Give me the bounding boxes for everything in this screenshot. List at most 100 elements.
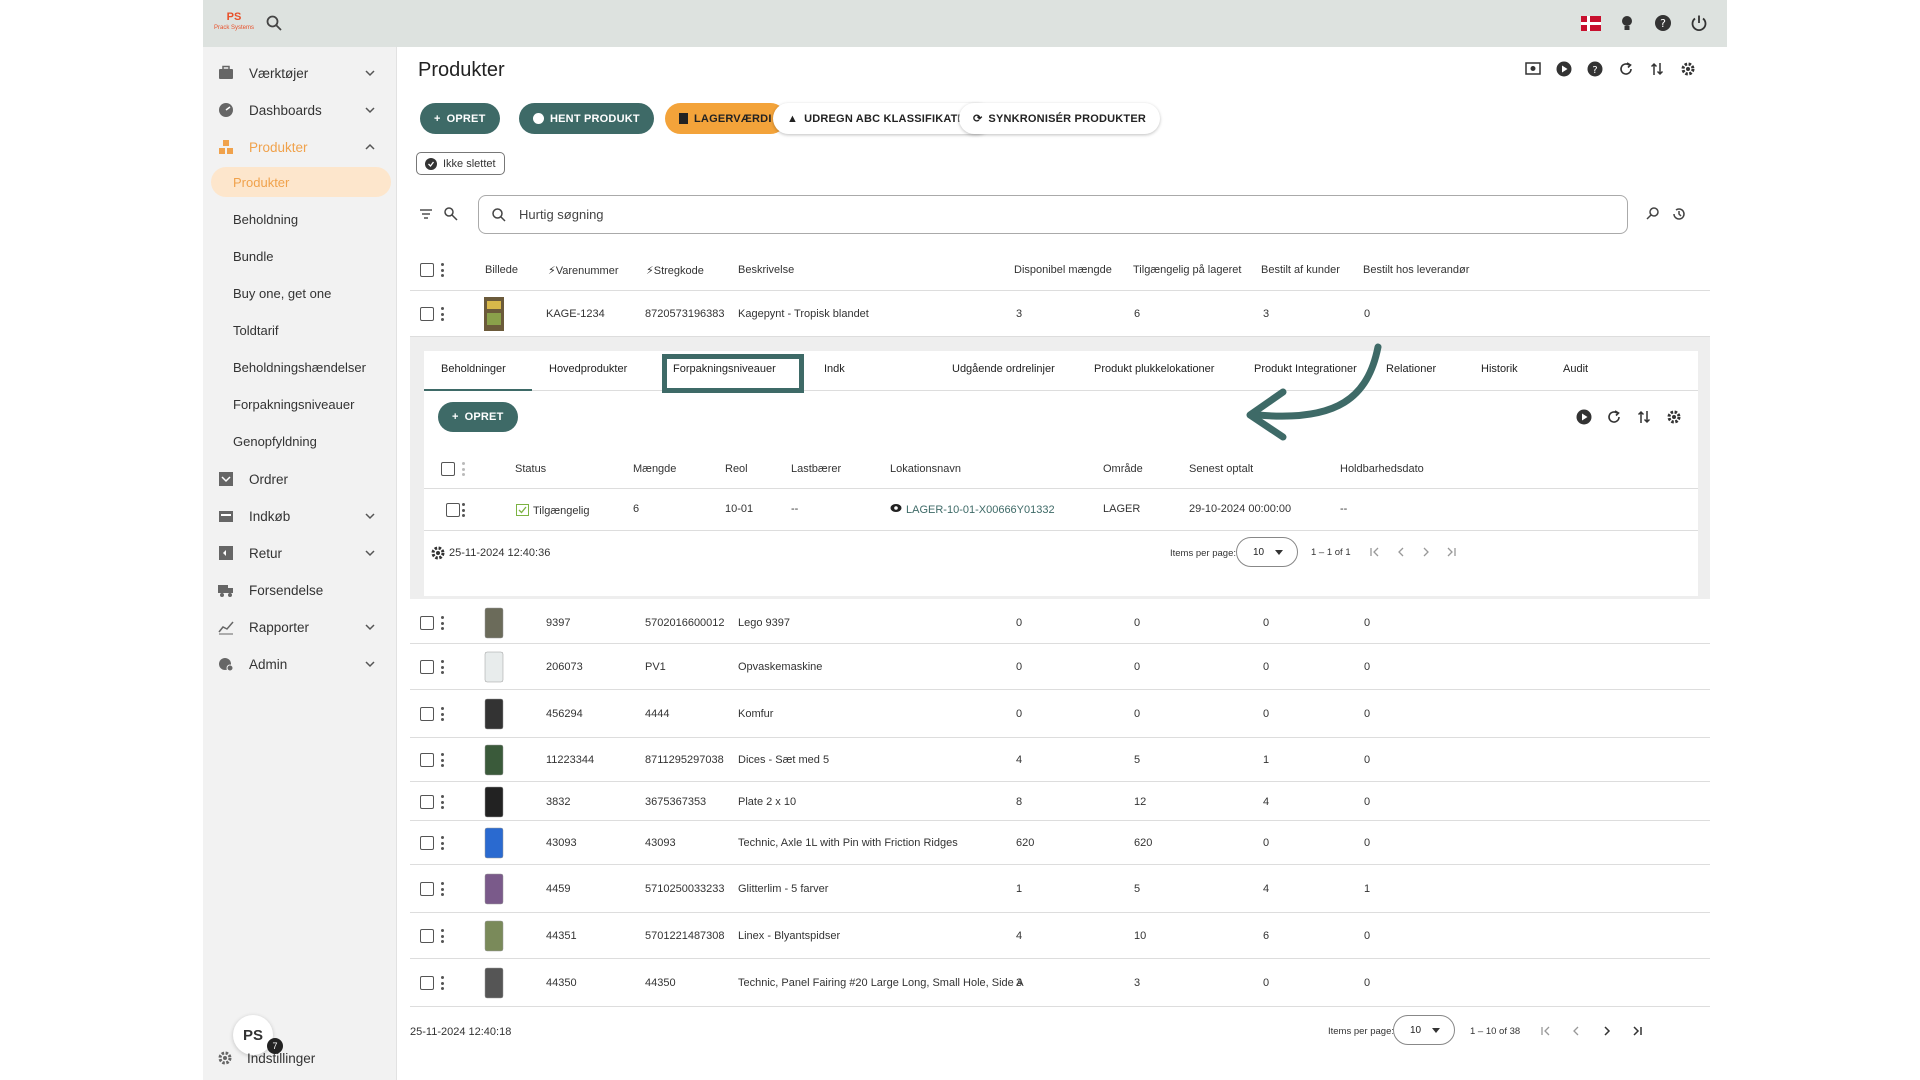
sidebar-item-rapporter[interactable]: Rapporter	[211, 611, 391, 643]
detail-select-all-checkbox[interactable]	[441, 462, 455, 476]
next-page-icon[interactable]	[1419, 545, 1433, 559]
table-row[interactable]: KAGE-1234 8720573196383 Kagepynt - Tropi…	[410, 291, 1710, 337]
row-checkbox[interactable]	[420, 307, 434, 321]
last-page-icon[interactable]	[1630, 1024, 1644, 1038]
sync-products-button[interactable]: ⟳ SYNKRONISÉR PRODUKTER	[959, 103, 1161, 134]
sidebar-sub-forpakningsniveauer[interactable]: Forpakningsniveauer	[233, 389, 391, 419]
sidebar-sub-bogo[interactable]: Buy one, get one	[233, 278, 391, 308]
table-row[interactable]: 11223344 8711295297038 Dices - Sæt med 5 4 5…	[410, 738, 1710, 782]
select-all-checkbox[interactable]	[420, 263, 434, 277]
row-checkbox[interactable]	[420, 707, 434, 721]
row-checkbox[interactable]	[420, 882, 434, 896]
sidebar-sub-bundle[interactable]: Bundle	[233, 241, 391, 271]
filter-icon[interactable]	[418, 206, 436, 224]
help-icon[interactable]: ?	[1585, 59, 1604, 78]
row-checkbox[interactable]	[420, 836, 434, 850]
header-disponibel[interactable]: Disponibel mængde	[1014, 264, 1112, 276]
detail-create-button[interactable]: + OPRET	[438, 402, 518, 432]
table-row[interactable]: 43093 43093 Technic, Axle 1L with Pin with…	[410, 821, 1710, 865]
header-bestilt-kunder[interactable]: Bestilt af kunder	[1261, 264, 1340, 276]
settings-icon[interactable]	[1666, 409, 1682, 430]
row-checkbox[interactable]	[420, 795, 434, 809]
detail-header-lokationsnavn[interactable]: Lokationsnavn	[890, 463, 961, 475]
sidebar-sub-beholdning[interactable]: Beholdning	[233, 204, 391, 234]
stock-value-button[interactable]: LAGERVÆRDI	[665, 103, 786, 134]
help-icon[interactable]: ?	[1653, 13, 1673, 33]
sort-icon[interactable]	[1647, 59, 1666, 78]
row-checkbox[interactable]	[420, 929, 434, 943]
sidebar-item-ordrer[interactable]: Ordrer	[211, 463, 391, 495]
tab-audit[interactable]: Audit	[1563, 363, 1588, 375]
row-menu-icon[interactable]	[440, 660, 444, 674]
header-bestilt-leverandoer[interactable]: Bestilt hos leverandør	[1363, 264, 1469, 276]
location-link[interactable]: LAGER-10-01-X00666Y01332	[890, 503, 1055, 516]
sidebar-sub-toldtarif[interactable]: Toldtarif	[233, 315, 391, 345]
person-search-icon[interactable]	[443, 206, 461, 224]
sidebar-item-produkter[interactable]: Produkter	[211, 131, 391, 163]
refresh-icon[interactable]	[1606, 409, 1622, 430]
table-row[interactable]: 4459 5710250033233 Glitterlim - 5 farver 1 5…	[410, 865, 1710, 913]
column-menu-icon[interactable]	[461, 462, 465, 476]
first-page-icon[interactable]	[1368, 545, 1382, 559]
table-row[interactable]: 44350 44350 Technic, Panel Fairing #20 Lar…	[410, 959, 1710, 1007]
search-icon[interactable]	[265, 14, 283, 32]
tab-udgaaende-ordrelinjer[interactable]: Udgående ordrelinjer	[952, 363, 1055, 375]
header-tilgaengelig[interactable]: Tilgængelig på lageret	[1133, 264, 1241, 276]
row-menu-icon[interactable]	[440, 307, 444, 321]
detail-header-omraade[interactable]: Område	[1103, 463, 1143, 475]
detail-header-reol[interactable]: Reol	[725, 463, 748, 475]
detail-table-row[interactable]: Tilgængelig 6 10-01 -- LAGER-10-01-X0066…	[424, 489, 1698, 531]
fetch-product-button[interactable]: HENT PRODUKT	[519, 103, 654, 134]
sort-icon[interactable]	[1636, 409, 1652, 430]
sidebar-item-indkoeb[interactable]: Indkøb	[211, 500, 391, 532]
bulb-icon[interactable]	[1617, 13, 1637, 33]
row-checkbox[interactable]	[420, 976, 434, 990]
row-menu-icon[interactable]	[440, 929, 444, 943]
tab-hovedprodukter[interactable]: Hovedprodukter	[549, 363, 627, 375]
row-checkbox[interactable]	[420, 660, 434, 674]
row-menu-icon[interactable]	[440, 836, 444, 850]
row-menu-icon[interactable]	[440, 976, 444, 990]
settings-icon[interactable]	[1678, 59, 1697, 78]
tab-plukkelokationer[interactable]: Produkt plukkelokationer	[1094, 363, 1214, 375]
advanced-search-icon[interactable]	[1645, 206, 1663, 224]
app-logo[interactable]: PS Prack Systems	[213, 12, 255, 34]
row-menu-icon[interactable]	[440, 795, 444, 809]
row-checkbox[interactable]	[420, 753, 434, 767]
prev-page-icon[interactable]	[1394, 545, 1408, 559]
header-beskrivelse[interactable]: Beskrivelse	[738, 264, 794, 276]
header-stregkode[interactable]: ⚡︎Stregkode	[646, 264, 704, 277]
header-billede[interactable]: Billede	[485, 264, 518, 276]
create-button[interactable]: + OPRET	[420, 103, 500, 134]
quick-search-input[interactable]: Hurtig søgning	[478, 195, 1628, 234]
sidebar-sub-produkter[interactable]: Produkter	[211, 167, 391, 197]
power-icon[interactable]	[1689, 13, 1709, 33]
sidebar-item-vaerktoejer[interactable]: Værktøjer	[211, 57, 391, 89]
table-row[interactable]: 206073 PV1 Opvaskemaskine 0 0 0 0	[410, 644, 1710, 690]
sidebar-item-dashboards[interactable]: Dashboards	[211, 94, 391, 126]
table-row[interactable]: 44351 5701221487308 Linex - Blyantspidser 4…	[410, 913, 1710, 959]
table-row[interactable]: 456294 4444 Komfur 0 0 0 0	[410, 690, 1710, 738]
row-menu-icon[interactable]	[440, 616, 444, 630]
history-icon[interactable]	[1671, 206, 1689, 224]
detail-header-holdbarhed[interactable]: Holdbarhedsdato	[1340, 463, 1424, 475]
last-page-icon[interactable]	[1444, 545, 1458, 559]
column-menu-icon[interactable]	[440, 263, 444, 277]
detail-items-per-page-select[interactable]: 10	[1236, 537, 1298, 567]
detail-header-senest-optalt[interactable]: Senest optalt	[1189, 463, 1253, 475]
row-menu-icon[interactable]	[440, 707, 444, 721]
detail-header-status[interactable]: Status	[515, 463, 546, 475]
items-per-page-select[interactable]: 10	[1393, 1015, 1455, 1045]
play-icon[interactable]	[1554, 59, 1573, 78]
tab-indkoeb[interactable]: Indk	[824, 363, 845, 375]
sidebar-item-admin[interactable]: Admin	[211, 648, 391, 680]
row-checkbox[interactable]	[420, 616, 434, 630]
refresh-icon[interactable]	[1616, 59, 1635, 78]
tab-beholdninger[interactable]: Beholdninger	[441, 363, 506, 375]
row-menu-icon[interactable]	[440, 753, 444, 767]
gear-icon[interactable]	[430, 545, 446, 566]
sidebar-item-forsendelse[interactable]: Forsendelse	[211, 574, 391, 606]
filter-chip-not-deleted[interactable]: Ikke slettet	[416, 152, 505, 175]
row-menu-icon[interactable]	[461, 503, 465, 517]
next-page-icon[interactable]	[1600, 1024, 1614, 1038]
